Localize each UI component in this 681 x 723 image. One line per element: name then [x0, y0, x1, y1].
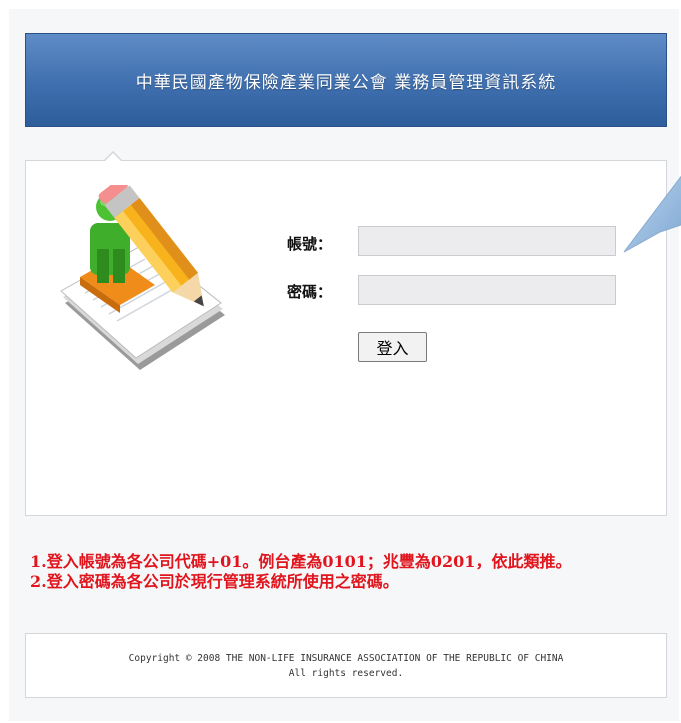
copyright-text: Copyright © 2008 THE NON-LIFE INSURANCE …	[128, 652, 564, 664]
note-account-format: 1.登入帳號為各公司代碼+01。例台產為0101；兆豐為0201，依此類推。	[30, 552, 572, 571]
login-button[interactable]: 登入	[358, 332, 427, 362]
speech-bubble-icon	[623, 175, 681, 253]
account-input[interactable]	[358, 226, 616, 256]
panel-notch-inner	[105, 153, 121, 161]
account-label: 帳號：	[287, 235, 333, 253]
header-banner: 中華民國產物保險產業同業公會 業務員管理資訊系統	[25, 33, 667, 127]
page-title: 中華民國產物保險產業同業公會 業務員管理資訊系統	[135, 72, 557, 93]
login-notes: 1.登入帳號為各公司代碼+01。例台產為0101；兆豐為0201，依此類推。 2…	[30, 552, 660, 592]
password-label: 密碼：	[287, 283, 333, 301]
rights-text: All rights reserved.	[288, 667, 404, 679]
password-input[interactable]	[358, 275, 616, 305]
user-with-pencil-icon	[60, 185, 225, 370]
note-password-rule: 2.登入密碼為各公司於現行管理系統所使用之密碼。	[30, 572, 399, 591]
footer: Copyright © 2008 THE NON-LIFE INSURANCE …	[25, 633, 667, 698]
